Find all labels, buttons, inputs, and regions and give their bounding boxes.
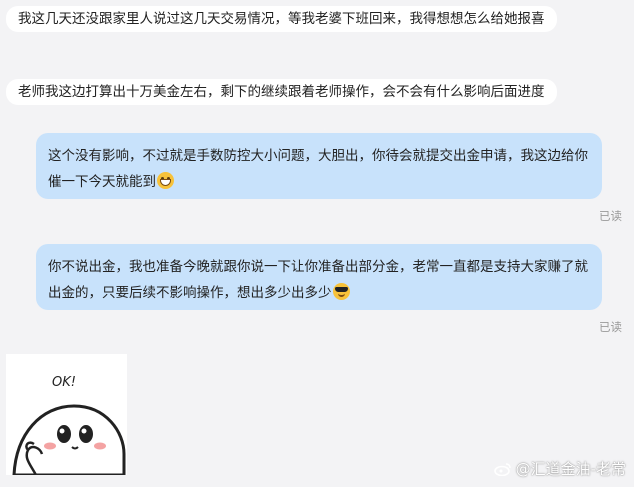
watermark-text: @汇道金油-老常 [515,460,626,478]
incoming-message-1: 我这几天还没跟家里人说过这几天交易情况，等我老婆下班回来，我得想想怎么给她报喜 [6,6,557,32]
message-text: 你不说出金，我也准备今晚就跟你说一下让你准备出部分金，老常一直都是支持大家赚了就… [48,259,588,301]
read-status: 已读 [599,320,622,334]
outgoing-message-2: 你不说出金，我也准备今晚就跟你说一下让你准备出部分金，老常一直都是支持大家赚了就… [36,244,602,310]
message-text: 这个没有影响，不过就是手数防控大小问题，大胆出，你待会就提交出金申请，我这边给你… [48,148,588,190]
sticker-text: OK! [52,375,76,390]
incoming-message-2: 老师我这边打算出十万美金左右，剩下的继续跟着老师操作，会不会有什么影响后面进度 [6,79,557,105]
watermark: @汇道金油-老常 [493,458,626,479]
read-status: 已读 [599,209,622,223]
weibo-logo-icon [493,462,512,476]
grinning-face-icon [157,172,174,189]
ok-sticker-drawing: OK! [12,375,126,477]
sunglasses-face-icon [332,283,350,300]
ok-sticker-image[interactable]: OK! [6,354,127,477]
outgoing-message-1: 这个没有影响，不过就是手数防控大小问题，大胆出，你待会就提交出金申请，我这边给你… [36,133,602,199]
